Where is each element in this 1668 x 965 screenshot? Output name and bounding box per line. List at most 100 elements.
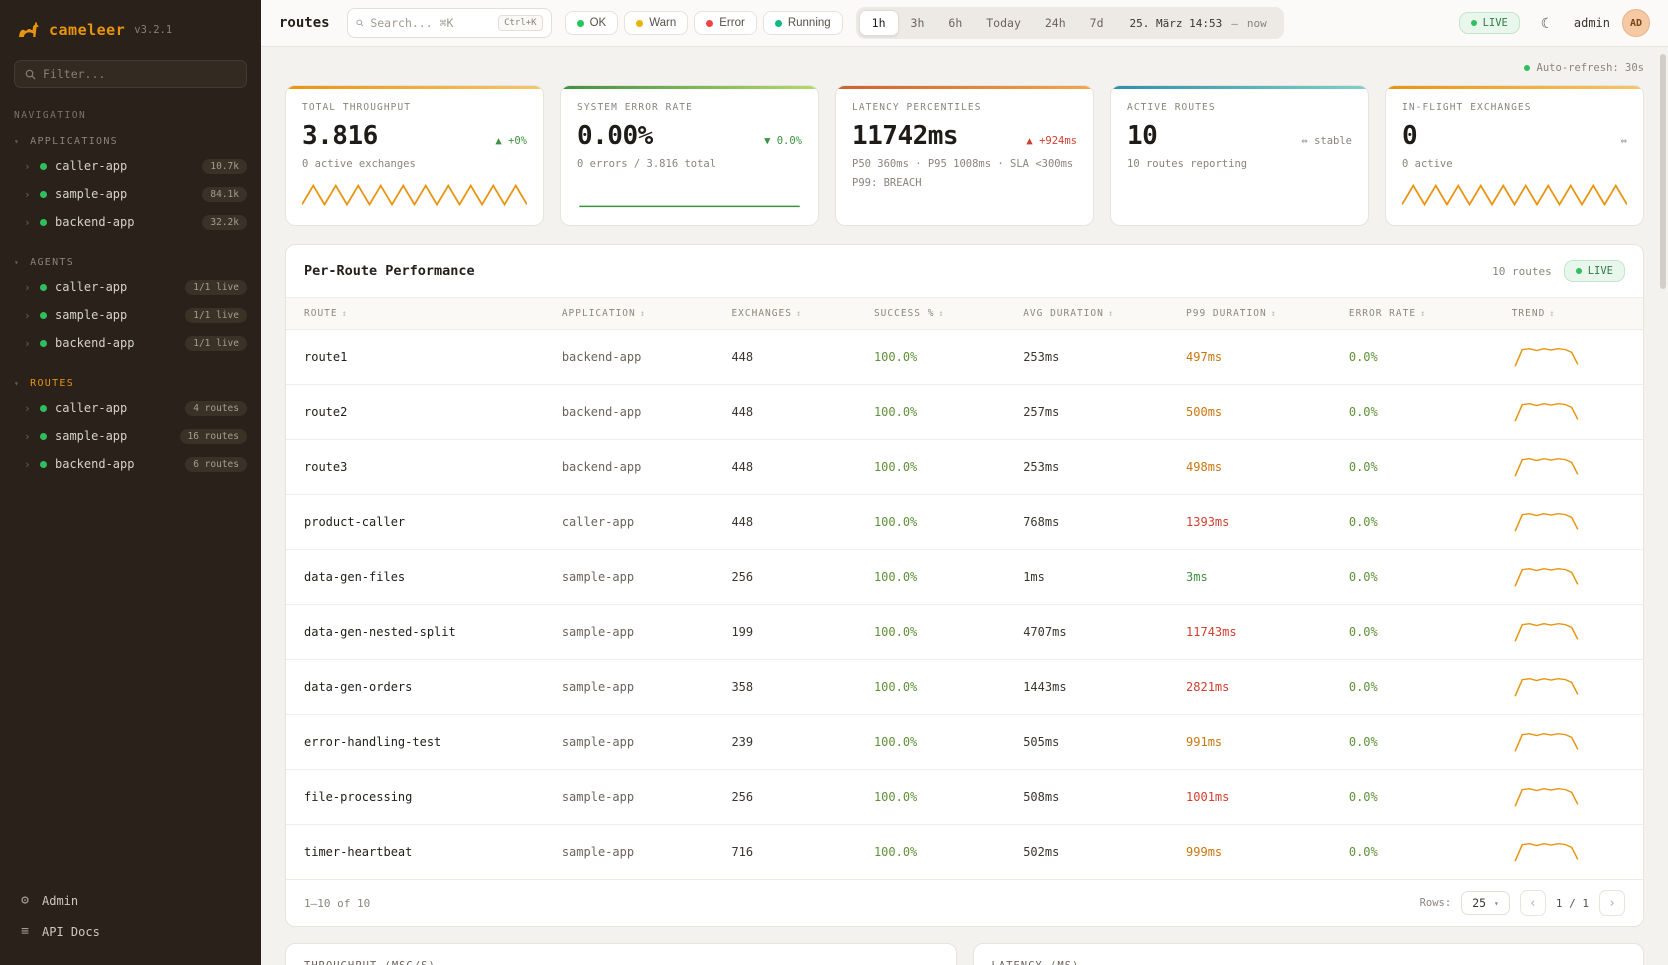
sidebar-item-application[interactable]: › caller-app 10.7k (0, 152, 261, 180)
status-filter-chip[interactable]: Error (694, 11, 757, 35)
kpi-subtitle: 0 active exchanges (302, 158, 527, 170)
status-dot (40, 219, 47, 226)
avg-duration-cell: 502ms (1005, 825, 1168, 880)
table-row[interactable]: product-caller caller-app 448 100.0% 768… (286, 495, 1643, 550)
kpi-accent-bar (286, 86, 543, 89)
main-scrollbar[interactable] (1660, 54, 1666, 289)
kpi-delta: ▲ +924ms (1026, 135, 1077, 147)
chevron-down-icon: ▾ (14, 137, 20, 146)
table-row[interactable]: data-gen-nested-split sample-app 199 100… (286, 605, 1643, 660)
route-name-cell: data-gen-files (286, 550, 544, 605)
theme-toggle-button[interactable]: ☾ (1532, 8, 1562, 38)
sidebar-item-badge: 10.7k (202, 159, 247, 174)
route-name-cell: file-processing (286, 770, 544, 825)
column-header[interactable]: P99 DURATION↕ (1168, 298, 1331, 330)
time-range-button[interactable]: Today (974, 11, 1033, 35)
time-range-button[interactable]: 3h (899, 11, 937, 35)
kpi-delta: ⇔ (1621, 135, 1627, 147)
date-range-display[interactable]: 25. März 14:53 — now (1116, 17, 1281, 30)
page-title: routes (279, 15, 330, 31)
rows-per-page-select[interactable]: 25 ▾ (1461, 891, 1510, 915)
success-cell: 100.0% (856, 385, 1005, 440)
column-header[interactable]: ERROR RATE↕ (1331, 298, 1494, 330)
sidebar-item-label: backend-app (55, 336, 134, 350)
avg-duration-cell: 1ms (1005, 550, 1168, 605)
section-header-applications[interactable]: ▾ APPLICATIONS (0, 131, 261, 152)
rows-per-page-label: Rows: (1420, 897, 1452, 909)
table-row[interactable]: file-processing sample-app 256 100.0% 50… (286, 770, 1643, 825)
sidebar-filter (14, 60, 247, 88)
error-rate-cell: 0.0% (1331, 605, 1494, 660)
kpi-card: IN-FLIGHT EXCHANGES 0 ⇔ 0 active (1385, 85, 1644, 226)
table-row[interactable]: route3 backend-app 448 100.0% 253ms 498m… (286, 440, 1643, 495)
status-filter-chip[interactable]: OK (565, 11, 619, 35)
column-header[interactable]: AVG DURATION↕ (1005, 298, 1168, 330)
kpi-accent-bar (1386, 86, 1643, 89)
column-header[interactable]: SUCCESS %↕ (856, 298, 1005, 330)
table-row[interactable]: timer-heartbeat sample-app 716 100.0% 50… (286, 825, 1643, 880)
app-version: v3.2.1 (134, 24, 172, 36)
column-header[interactable]: EXCHANGES↕ (713, 298, 855, 330)
table-row[interactable]: data-gen-orders sample-app 358 100.0% 14… (286, 660, 1643, 715)
section-header-routes[interactable]: ▾ ROUTES (0, 373, 261, 394)
table-row[interactable]: route2 backend-app 448 100.0% 257ms 500m… (286, 385, 1643, 440)
time-range-button[interactable]: 7d (1078, 11, 1116, 35)
success-cell: 100.0% (856, 825, 1005, 880)
sidebar: cameleer v3.2.1 NAVIGATION ▾ APPLICATION… (0, 0, 261, 965)
next-page-button[interactable]: › (1599, 890, 1625, 916)
auto-refresh-row: Auto-refresh: 30s (285, 55, 1644, 81)
trend-cell (1494, 550, 1643, 605)
sort-icon: ↕ (1271, 309, 1277, 319)
section-header-agents[interactable]: ▾ AGENTS (0, 252, 261, 273)
exchanges-cell: 239 (713, 715, 855, 770)
table-row[interactable]: route1 backend-app 448 100.0% 253ms 497m… (286, 330, 1643, 385)
route-name-cell: timer-heartbeat (286, 825, 544, 880)
sidebar-item-admin[interactable]: ⚙ Admin (0, 885, 261, 916)
table-row[interactable]: error-handling-test sample-app 239 100.0… (286, 715, 1643, 770)
application-cell: sample-app (544, 770, 714, 825)
exchanges-cell: 358 (713, 660, 855, 715)
time-range-button[interactable]: 6h (936, 11, 974, 35)
sidebar-item-api-docs[interactable]: ≡ API Docs (0, 916, 261, 947)
status-filter-chip[interactable]: Warn (624, 11, 688, 35)
status-dot (706, 20, 713, 27)
panel-title: Per-Route Performance (304, 263, 475, 279)
page-indicator: 1 / 1 (1556, 897, 1589, 910)
kpi-value: 10 (1127, 121, 1157, 151)
trend-sparkline (1512, 620, 1584, 644)
bottom-charts-row: THROUGHPUT (MSG/S) LATENCY (MS) (285, 943, 1644, 965)
app-logo[interactable]: cameleer v3.2.1 (0, 0, 261, 56)
kpi-delta: ▲ +0% (495, 135, 527, 147)
sidebar-item-label: backend-app (55, 457, 134, 471)
sidebar-item-badge: 4 routes (185, 401, 247, 416)
column-header[interactable]: ROUTE↕ (286, 298, 544, 330)
table-row[interactable]: data-gen-files sample-app 256 100.0% 1ms… (286, 550, 1643, 605)
chevron-right-icon: › (24, 337, 32, 350)
kpi-subtitle: 0 errors / 3.816 total (577, 158, 802, 170)
route-name-cell: route3 (286, 440, 544, 495)
column-header[interactable]: TREND↕ (1494, 298, 1643, 330)
avatar[interactable]: AD (1622, 9, 1650, 37)
p99-duration-cell: 2821ms (1168, 660, 1331, 715)
time-range-button[interactable]: 1h (859, 10, 899, 36)
sidebar-item-application[interactable]: › backend-app 32.2k (0, 208, 261, 236)
column-header[interactable]: APPLICATION↕ (544, 298, 714, 330)
sidebar-section-agents: ▾ AGENTS › caller-app 1/1 live › sample-… (0, 252, 261, 357)
search-input[interactable] (370, 16, 491, 30)
sidebar-filter-input[interactable] (43, 67, 236, 81)
sidebar-item-agent[interactable]: › sample-app 1/1 live (0, 301, 261, 329)
status-dot (40, 340, 47, 347)
status-filter-chip[interactable]: Running (763, 11, 843, 35)
sidebar-item-route-group[interactable]: › sample-app 16 routes (0, 422, 261, 450)
sidebar-item-route-group[interactable]: › backend-app 6 routes (0, 450, 261, 478)
search-box[interactable]: Ctrl+K (347, 8, 552, 38)
chevron-right-icon: › (24, 458, 32, 471)
time-range-button[interactable]: 24h (1033, 11, 1078, 35)
topbar-right-cluster: LIVE ☾ admin AD (1459, 8, 1650, 38)
sidebar-item-agent[interactable]: › backend-app 1/1 live (0, 329, 261, 357)
prev-page-button[interactable]: ‹ (1520, 890, 1546, 916)
sidebar-item-application[interactable]: › sample-app 84.1k (0, 180, 261, 208)
sidebar-item-agent[interactable]: › caller-app 1/1 live (0, 273, 261, 301)
route-name-cell: error-handling-test (286, 715, 544, 770)
sidebar-item-route-group[interactable]: › caller-app 4 routes (0, 394, 261, 422)
